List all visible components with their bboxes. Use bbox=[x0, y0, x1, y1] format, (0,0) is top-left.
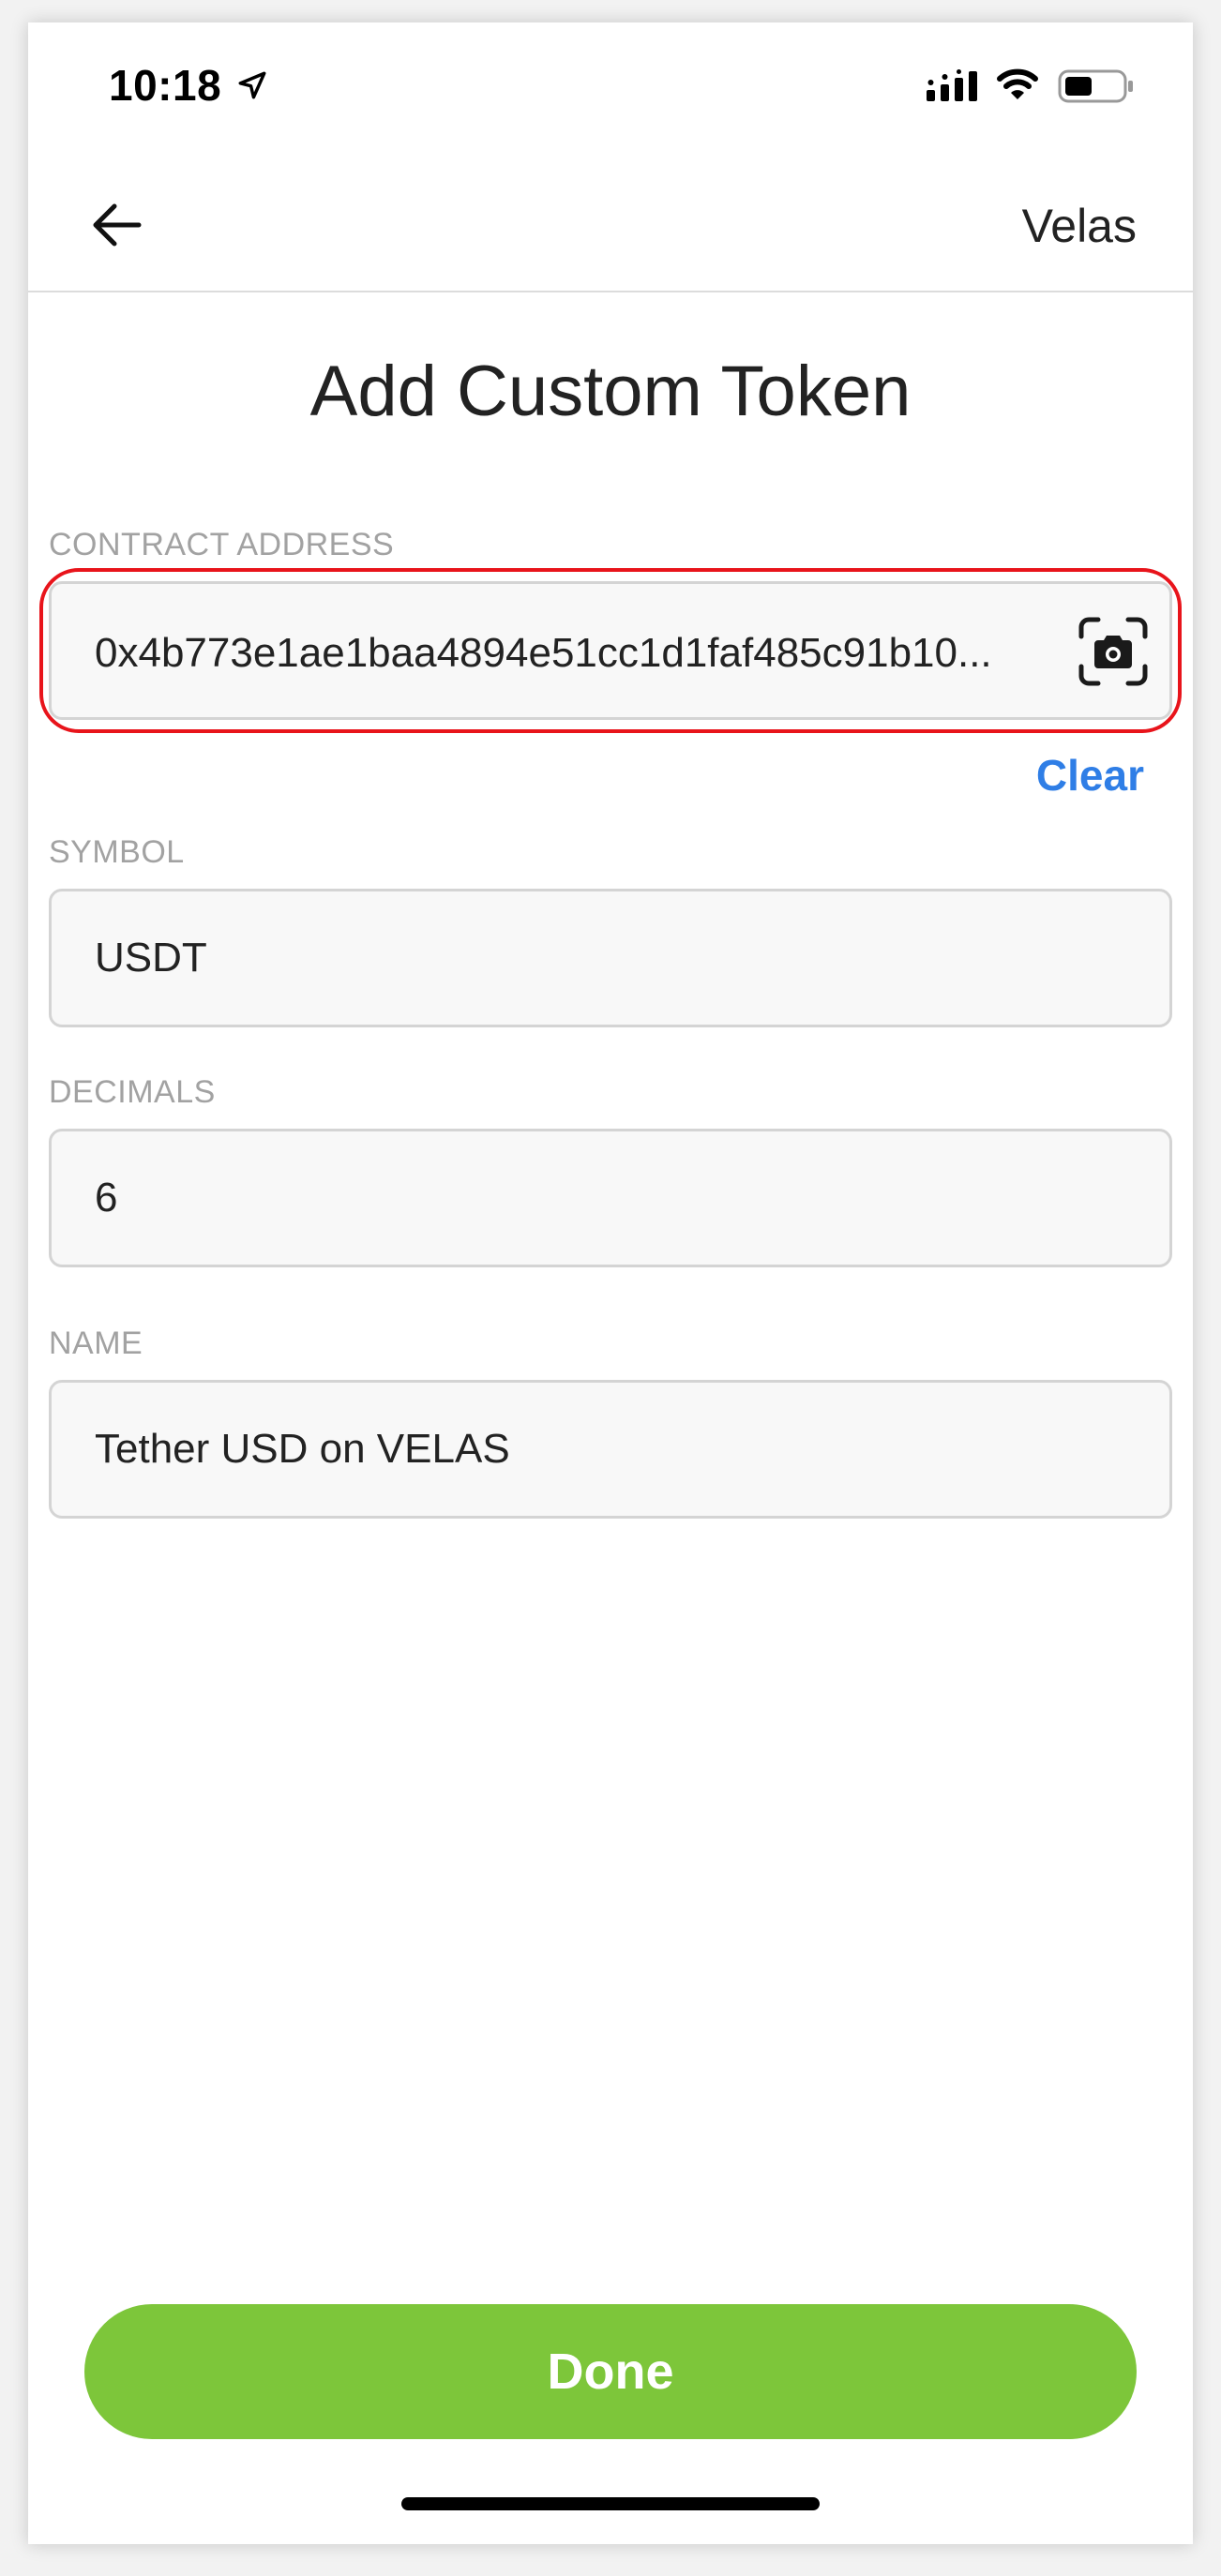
page-title: Add Custom Token bbox=[309, 352, 912, 431]
scan-qr-button[interactable] bbox=[1078, 616, 1149, 692]
back-button[interactable] bbox=[81, 191, 152, 262]
symbol-label: SYMBOL bbox=[49, 834, 185, 870]
location-arrow-icon bbox=[236, 69, 268, 101]
wifi-icon bbox=[996, 66, 1039, 103]
decimals-input[interactable] bbox=[95, 1131, 1126, 1265]
battery-icon bbox=[1058, 67, 1135, 105]
done-button[interactable]: Done bbox=[84, 2304, 1137, 2439]
symbol-field bbox=[49, 889, 1172, 1027]
symbol-input[interactable] bbox=[95, 891, 1126, 1025]
nav-header: Velas bbox=[28, 154, 1193, 292]
name-field bbox=[49, 1380, 1172, 1519]
contract-address-field: 0x4b773e1ae1baa4894e51cc1d1faf485c91b10.… bbox=[49, 581, 1172, 720]
status-time: 10:18 bbox=[109, 61, 222, 110]
phone-screen: 10:18 Velas Add Custom Token CONTRACT AD… bbox=[28, 22, 1193, 2544]
arrow-left-icon bbox=[90, 202, 143, 252]
decimals-field bbox=[49, 1129, 1172, 1267]
network-name: Velas bbox=[1021, 200, 1137, 252]
camera-scan-icon bbox=[1078, 616, 1149, 692]
contract-address-input[interactable]: 0x4b773e1ae1baa4894e51cc1d1faf485c91b10.… bbox=[95, 584, 1033, 717]
clear-button[interactable]: Clear bbox=[1036, 750, 1144, 801]
name-input[interactable] bbox=[95, 1383, 1126, 1516]
contract-address-label: CONTRACT ADDRESS bbox=[49, 527, 395, 562]
cellular-signal-icon bbox=[927, 69, 979, 103]
name-label: NAME bbox=[49, 1325, 143, 1361]
decimals-label: DECIMALS bbox=[49, 1074, 216, 1110]
status-bar: 10:18 bbox=[28, 22, 1193, 154]
home-indicator bbox=[401, 2497, 820, 2510]
